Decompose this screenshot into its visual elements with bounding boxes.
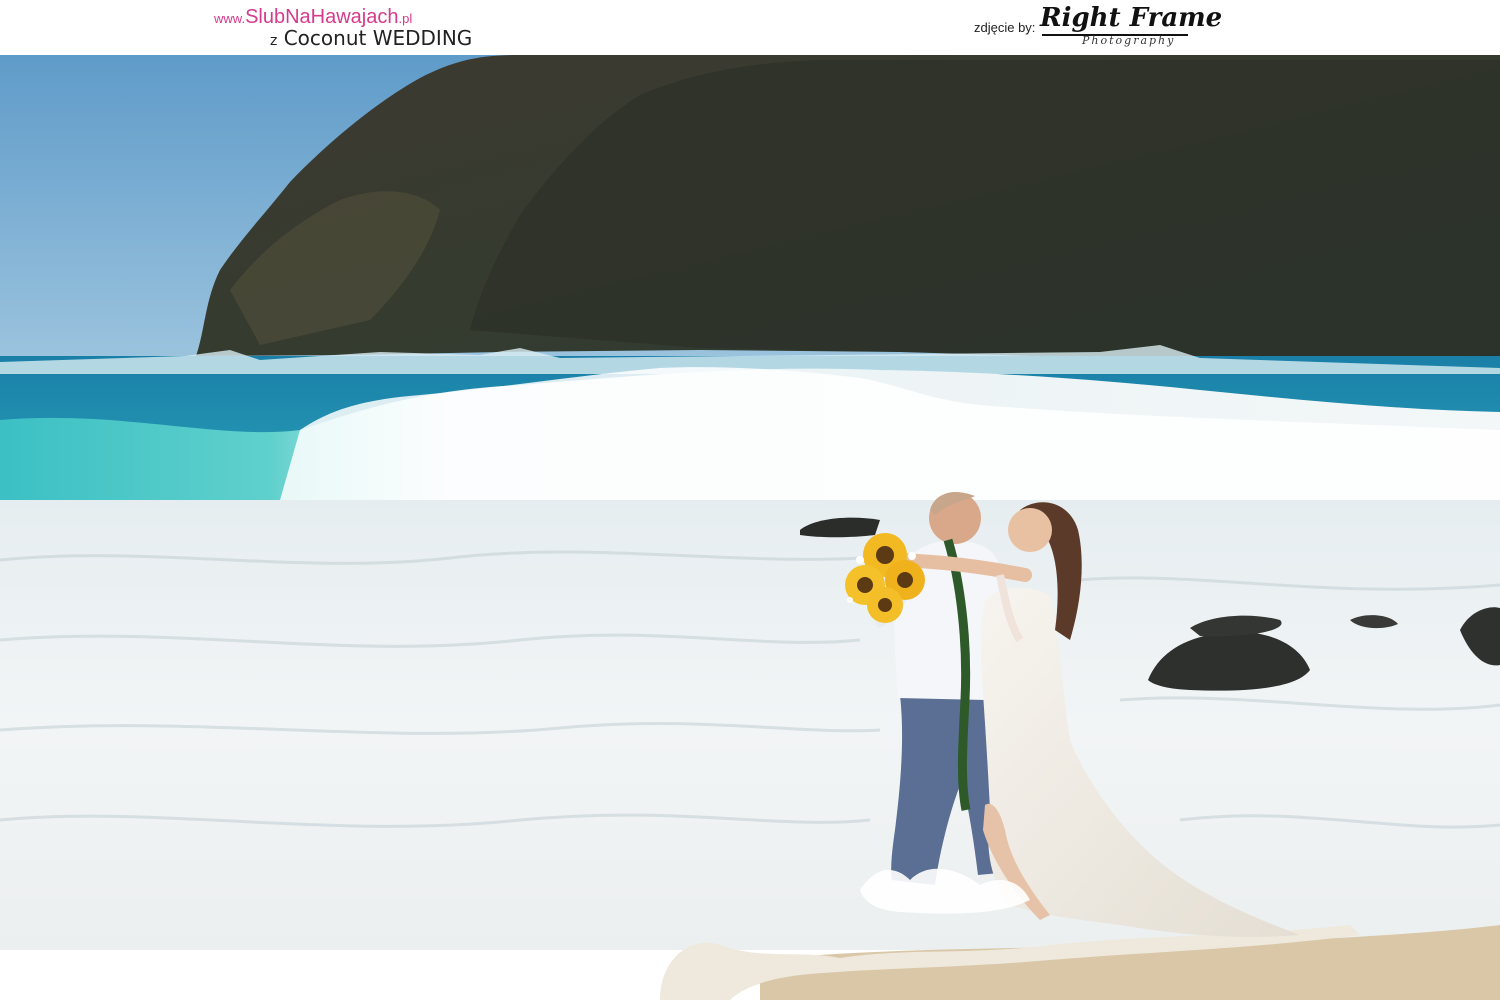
site-url-suffix: .pl bbox=[398, 11, 413, 26]
bride-head bbox=[1008, 508, 1052, 552]
tagline-brand: Coconut WEDDING bbox=[283, 26, 473, 50]
photo-credit-prefix: zdjęcie by: bbox=[974, 20, 1036, 35]
beach-wedding-photo bbox=[0, 55, 1500, 1000]
watermark-header: www.SlubNaHawajach.pl z Coconut WEDDING … bbox=[0, 0, 1500, 55]
photographer-logo-subtitle: Photography bbox=[1082, 34, 1176, 47]
site-url-prefix: www. bbox=[214, 11, 246, 26]
cliff-shadow bbox=[470, 60, 1500, 372]
site-tagline: z Coconut WEDDING bbox=[270, 26, 472, 50]
photographer-logo: Right Frame bbox=[1040, 3, 1223, 33]
tagline-prefix: z bbox=[270, 33, 278, 49]
photo-canvas: www.SlubNaHawajach.pl z Coconut WEDDING … bbox=[0, 0, 1500, 1000]
site-url-name: SlubNaHawajach bbox=[245, 6, 399, 28]
